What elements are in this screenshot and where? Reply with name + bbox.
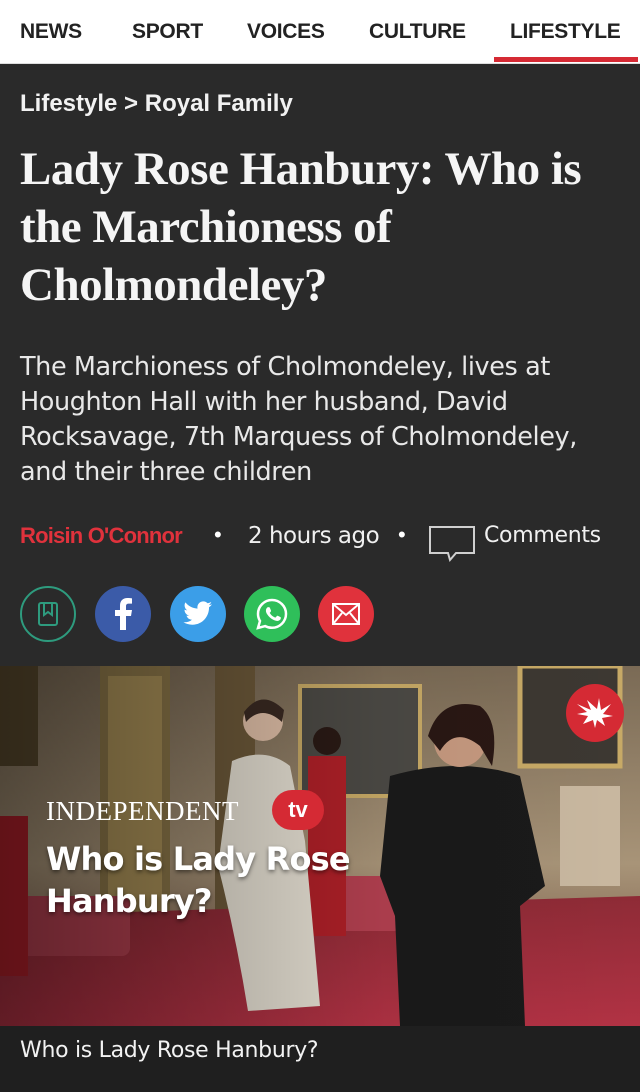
nav-item-news[interactable]: NEWS [20, 20, 82, 44]
independent-tv-brand: INDEPENDENT [46, 796, 239, 826]
eagle-icon [577, 698, 613, 728]
email-share-button[interactable] [318, 586, 374, 642]
facebook-share-button[interactable] [95, 586, 151, 642]
twitter-share-button[interactable] [170, 586, 226, 642]
byline-separator: • [214, 522, 222, 547]
facebook-icon [115, 598, 132, 630]
whatsapp-icon [256, 598, 288, 630]
twitter-icon [183, 601, 212, 625]
section-nav: NEWS SPORT VOICES CULTURE LIFESTYLE [0, 0, 640, 64]
video-caption: Who is Lady Rose Hanbury? [20, 1038, 319, 1063]
byline: Roisin O'Connor • 2 hours ago • Comments [20, 520, 630, 563]
article-headline: Lady Rose Hanbury: Who is the Marchiones… [20, 143, 582, 311]
bookmark-button[interactable] [20, 586, 76, 642]
comment-icon[interactable] [428, 525, 476, 563]
byline-separator: • [398, 522, 406, 547]
author-link[interactable]: Roisin O'Connor [20, 523, 183, 549]
bookmark-icon [38, 602, 58, 626]
article-standfirst: The Marchioness of Cholmondeley, lives a… [20, 352, 577, 487]
breadcrumb-section[interactable]: Lifestyle [20, 90, 117, 117]
nav-item-culture[interactable]: CULTURE [369, 20, 466, 44]
breadcrumb-separator: > [124, 90, 139, 117]
breadcrumb: Lifestyle > Royal Family [20, 90, 293, 118]
publish-time: 2 hours ago [248, 523, 380, 549]
comments-link[interactable]: Comments [484, 523, 601, 548]
breadcrumb-subsection[interactable]: Royal Family [145, 90, 293, 117]
nav-item-voices[interactable]: VOICES [247, 20, 325, 44]
independent-eagle-logo [566, 684, 624, 742]
email-icon [332, 603, 360, 625]
tv-badge: tv [272, 790, 324, 830]
nav-item-sport[interactable]: SPORT [132, 20, 203, 44]
whatsapp-share-button[interactable] [244, 586, 300, 642]
video-title: Who is Lady Rose Hanbury? [46, 840, 351, 920]
nav-item-lifestyle[interactable]: LIFESTYLE [510, 20, 621, 44]
nav-active-indicator [494, 57, 638, 62]
